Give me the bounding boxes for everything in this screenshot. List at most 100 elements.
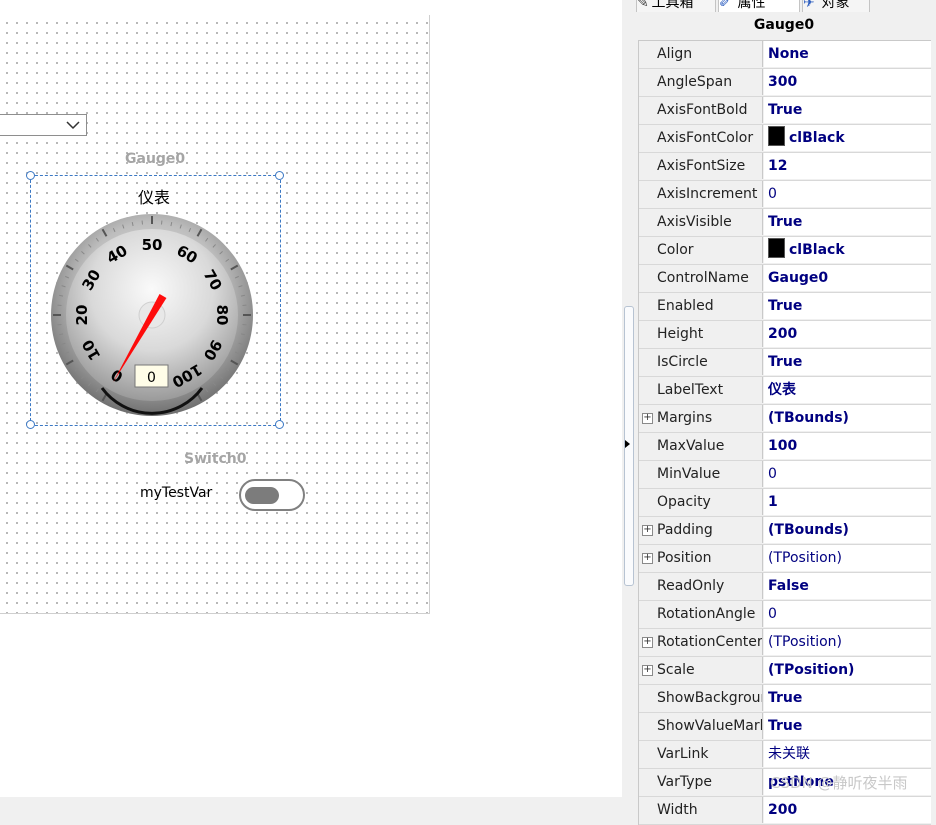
property-value[interactable]: (TPosition) — [764, 545, 931, 571]
property-value[interactable]: 200 — [764, 321, 931, 347]
property-row-color[interactable]: ColorclBlack — [639, 237, 931, 265]
property-value[interactable]: 未关联 — [764, 741, 931, 767]
panel-splitter[interactable] — [622, 0, 636, 797]
property-row-padding[interactable]: Padding+(TBounds) — [639, 517, 931, 545]
chevron-down-icon — [66, 121, 80, 130]
property-value-text: (TBounds) — [768, 410, 849, 426]
property-value-text: True — [768, 298, 802, 314]
collapse-arrow-icon[interactable] — [625, 440, 630, 448]
property-row-varlink[interactable]: VarLink未关联 — [639, 741, 931, 769]
property-value[interactable]: 200 — [764, 797, 931, 823]
property-value[interactable]: (TPosition) — [764, 629, 931, 655]
property-value[interactable]: True — [764, 713, 931, 739]
property-row-showbackgrour[interactable]: ShowBackgrourTrue — [639, 685, 931, 713]
property-row-showvaluemark[interactable]: ShowValueMarkTrue — [639, 713, 931, 741]
combobox-control[interactable] — [0, 114, 87, 136]
property-value-text: True — [768, 102, 802, 118]
property-row-rotationcenter[interactable]: RotationCenter+(TPosition) — [639, 629, 931, 657]
property-row-align[interactable]: AlignNone — [639, 41, 931, 69]
property-value[interactable]: 0 — [764, 601, 931, 627]
property-name: LabelText — [639, 377, 763, 403]
property-row-position[interactable]: Position+(TPosition) — [639, 545, 931, 573]
property-name: RotationAngle — [639, 601, 763, 627]
tab-toolbox[interactable]: ✎ 工具箱 — [636, 0, 716, 12]
property-name: Height — [639, 321, 763, 347]
property-name: AngleSpan — [639, 69, 763, 95]
property-value-text: 100 — [768, 438, 797, 454]
property-value[interactable]: True — [764, 293, 931, 319]
property-value-text: clBlack — [789, 130, 845, 146]
property-value-text: Gauge0 — [768, 270, 828, 286]
property-value[interactable]: clBlack — [764, 125, 931, 151]
property-row-axisfontsize[interactable]: AxisFontSize12 — [639, 153, 931, 181]
resize-handle-top-right[interactable] — [275, 171, 284, 180]
toggle-switch[interactable] — [239, 479, 305, 511]
toggle-knob — [245, 487, 279, 504]
gauge-dial[interactable]: 0102030405060708090100 0 — [50, 213, 255, 418]
resize-handle-bottom-right[interactable] — [275, 420, 284, 429]
property-value[interactable]: True — [764, 97, 931, 123]
property-value[interactable]: True — [764, 349, 931, 375]
gauge-tick-label: 20 — [73, 305, 91, 326]
property-row-anglespan[interactable]: AngleSpan300 — [639, 69, 931, 97]
property-value[interactable]: 1 — [764, 489, 931, 515]
property-row-margins[interactable]: Margins+(TBounds) — [639, 405, 931, 433]
property-row-enabled[interactable]: EnabledTrue — [639, 293, 931, 321]
property-value[interactable]: False — [764, 573, 931, 599]
color-swatch — [768, 126, 785, 146]
property-value[interactable]: True — [764, 685, 931, 711]
expand-plus-icon[interactable]: + — [642, 553, 653, 564]
gauge-control-name: Gauge0 — [125, 151, 185, 167]
property-row-axisincrement[interactable]: AxisIncrement0 — [639, 181, 931, 209]
switch-control-name: Switch0 — [184, 451, 247, 467]
property-row-axisvisible[interactable]: AxisVisibleTrue — [639, 209, 931, 237]
property-row-minvalue[interactable]: MinValue0 — [639, 461, 931, 489]
property-value[interactable]: 0 — [764, 181, 931, 207]
property-value[interactable]: (TPosition) — [764, 657, 931, 683]
resize-handle-top-left[interactable] — [26, 171, 35, 180]
property-row-opacity[interactable]: Opacity1 — [639, 489, 931, 517]
expand-plus-icon[interactable]: + — [642, 665, 653, 676]
property-name: ShowValueMark — [639, 713, 763, 739]
expand-plus-icon[interactable]: + — [642, 637, 653, 648]
property-name: ControlName — [639, 265, 763, 291]
property-name: AxisVisible — [639, 209, 763, 235]
property-row-readonly[interactable]: ReadOnlyFalse — [639, 573, 931, 601]
property-name: MinValue — [639, 461, 763, 487]
property-row-labeltext[interactable]: LabelText仪表 — [639, 377, 931, 405]
property-value-text: True — [768, 690, 802, 706]
property-value-text: 200 — [768, 326, 797, 342]
property-value[interactable]: 0 — [764, 461, 931, 487]
property-name: Align — [639, 41, 763, 67]
property-row-axisfontbold[interactable]: AxisFontBoldTrue — [639, 97, 931, 125]
property-row-iscircle[interactable]: IsCircleTrue — [639, 349, 931, 377]
expand-plus-icon[interactable]: + — [642, 525, 653, 536]
property-row-maxvalue[interactable]: MaxValue100 — [639, 433, 931, 461]
property-value[interactable]: True — [764, 209, 931, 235]
color-swatch — [768, 238, 785, 258]
tab-properties[interactable]: ✐ 属性 — [718, 0, 800, 12]
tab-objects[interactable]: ✈ 对象 — [802, 0, 870, 12]
toolbox-icon: ✎ — [637, 0, 647, 12]
design-surface[interactable]: Gauge0 仪表 0102030405060708090100 0 Switc… — [0, 0, 622, 797]
property-row-height[interactable]: Height 200 — [639, 321, 931, 349]
property-value[interactable]: 仪表 — [764, 377, 931, 403]
property-value[interactable]: Gauge0 — [764, 265, 931, 291]
property-value[interactable]: (TBounds) — [764, 517, 931, 543]
property-value[interactable]: 12 — [764, 153, 931, 179]
switch-label: myTestVar — [140, 485, 212, 501]
property-row-scale[interactable]: Scale+(TPosition) — [639, 657, 931, 685]
property-row-axisfontcolor[interactable]: AxisFontColorclBlack — [639, 125, 931, 153]
property-value[interactable]: None — [764, 41, 931, 67]
property-row-rotationangle[interactable]: RotationAngle0 — [639, 601, 931, 629]
property-row-width[interactable]: Width200 — [639, 797, 931, 825]
property-value[interactable]: clBlack — [764, 237, 931, 263]
property-value[interactable]: (TBounds) — [764, 405, 931, 431]
property-name: Color — [639, 237, 763, 263]
resize-handle-bottom-left[interactable] — [26, 420, 35, 429]
property-value[interactable]: 100 — [764, 433, 931, 459]
property-row-controlname[interactable]: ControlName Gauge0 — [639, 265, 931, 293]
property-name: VarType — [639, 769, 763, 795]
expand-plus-icon[interactable]: + — [642, 413, 653, 424]
property-value[interactable]: 300 — [764, 69, 931, 95]
